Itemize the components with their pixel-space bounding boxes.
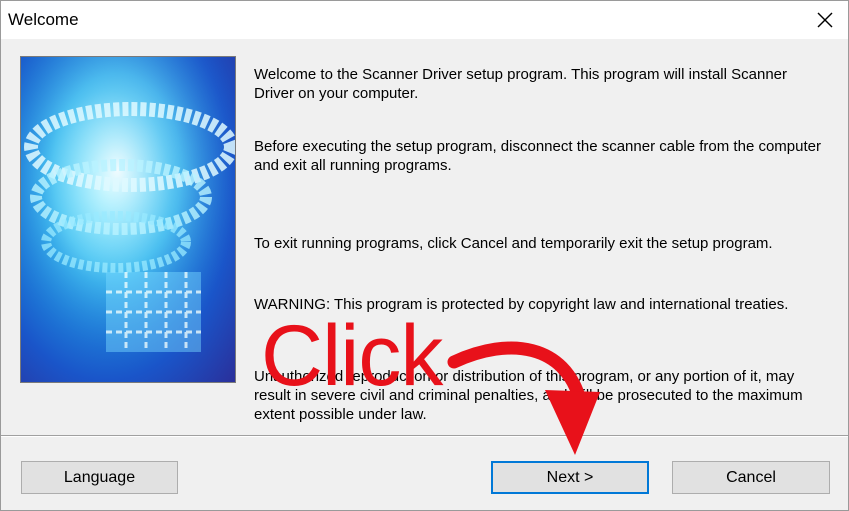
separator bbox=[1, 435, 848, 437]
language-button[interactable]: Language bbox=[21, 461, 178, 494]
setup-dialog: Welcome Welcome to the Scanner Driver se… bbox=[0, 0, 849, 511]
intro-text: Welcome to the Scanner Driver setup prog… bbox=[254, 66, 787, 102]
spiral-graphic bbox=[21, 57, 235, 382]
cancel-button-label: Cancel bbox=[726, 468, 776, 486]
disconnect-text: Before executing the setup program, disc… bbox=[254, 138, 821, 174]
title-bar[interactable]: Welcome bbox=[1, 1, 848, 39]
language-button-label: Language bbox=[63, 468, 136, 486]
click-annotation: Click bbox=[261, 308, 443, 404]
next-button-label: Next > bbox=[546, 468, 594, 486]
setup-banner-image bbox=[20, 56, 236, 383]
cancel-button[interactable]: Cancel bbox=[672, 461, 830, 494]
close-button[interactable] bbox=[802, 1, 848, 39]
exit-programs-text: To exit running programs, click Cancel a… bbox=[254, 235, 773, 252]
window-title: Welcome bbox=[8, 10, 79, 29]
red-arrow-icon bbox=[447, 341, 600, 455]
dialog-body: Welcome to the Scanner Driver setup prog… bbox=[1, 39, 848, 510]
close-icon bbox=[817, 12, 833, 28]
